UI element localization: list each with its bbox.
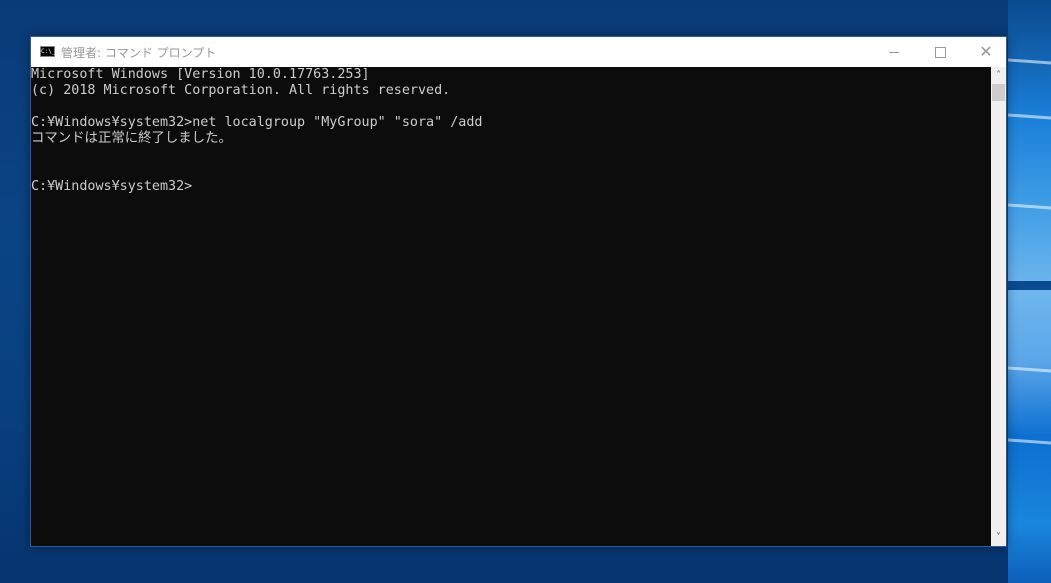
minimize-button[interactable]	[871, 37, 917, 67]
title-bar[interactable]: C:\_ 管理者: コマンド プロンプト ✕	[31, 37, 1006, 67]
wallpaper-streak	[1008, 113, 1051, 120]
desktop-wallpaper	[1008, 0, 1051, 583]
console-line: C:¥Windows¥system32>net localgroup "MyGr…	[31, 115, 483, 130]
console-output[interactable]: Microsoft Windows [Version 10.0.17763.25…	[31, 67, 991, 546]
close-icon: ✕	[979, 42, 993, 61]
console-line: Microsoft Windows [Version 10.0.17763.25…	[31, 67, 370, 82]
window-title: 管理者: コマンド プロンプト	[61, 46, 217, 60]
maximize-icon	[934, 46, 946, 58]
command-prompt-window: C:\_ 管理者: コマンド プロンプト ✕ Microsoft Windows…	[30, 36, 1007, 547]
console-line: コマンドは正常に終了しました。	[31, 131, 232, 146]
close-button[interactable]: ✕	[963, 37, 1009, 67]
scroll-down-button[interactable]: ˅	[991, 529, 1006, 546]
vertical-scrollbar[interactable]: ˄ ˅	[991, 67, 1006, 546]
console-line: (c) 2018 Microsoft Corporation. All righ…	[31, 83, 451, 98]
wallpaper-streak	[1008, 58, 1051, 65]
wallpaper-streak	[1008, 366, 1051, 373]
wallpaper-band	[1008, 281, 1051, 290]
console-prompt-line[interactable]: C:¥Windows¥system32>	[31, 179, 991, 195]
wallpaper-streak	[1008, 438, 1051, 445]
maximize-button[interactable]	[917, 37, 963, 67]
wallpaper-streak	[1008, 203, 1051, 210]
scrollbar-thumb[interactable]	[992, 84, 1005, 101]
scroll-up-button[interactable]: ˄	[991, 67, 1006, 84]
chevron-down-icon: ˅	[996, 532, 1001, 543]
cmd-app-icon[interactable]: C:\_	[40, 46, 55, 57]
minimize-icon	[889, 51, 899, 53]
chevron-up-icon: ˄	[996, 70, 1001, 81]
